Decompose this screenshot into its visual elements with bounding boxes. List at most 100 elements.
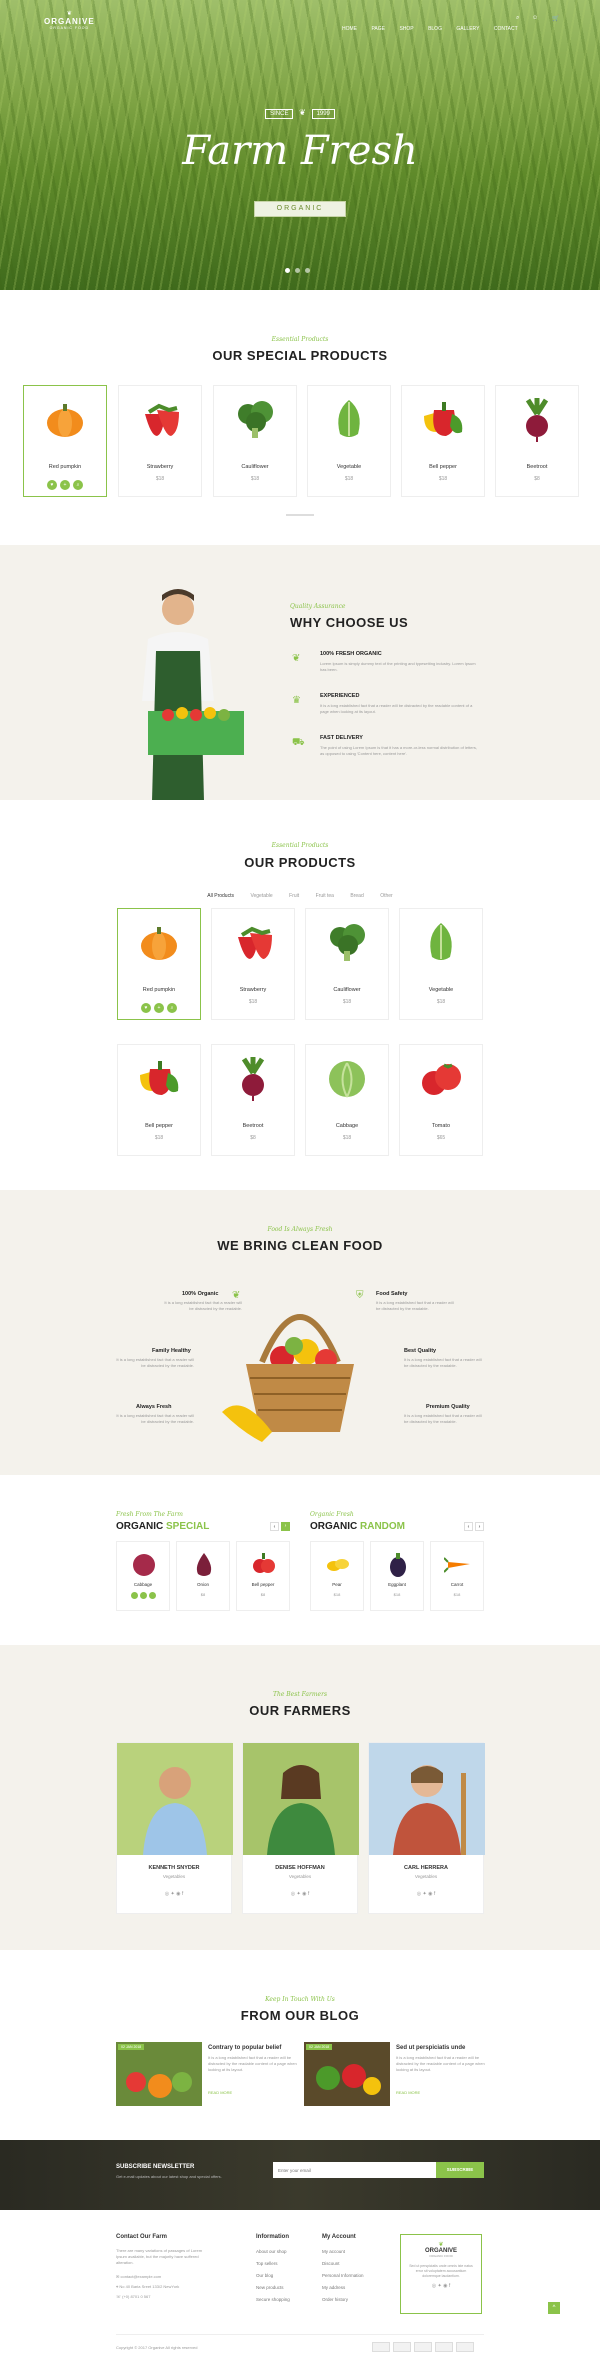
tab-fruit[interactable]: Fruit [289, 893, 299, 899]
social-icons[interactable]: ◎ ✦ ◉ f [401, 2283, 481, 2289]
product-card[interactable]: Bell pepper $8 [236, 1541, 290, 1611]
product-card[interactable]: Cabbage [116, 1541, 170, 1611]
pumpkin-icon [141, 927, 177, 960]
product-price: $18 [438, 476, 448, 482]
footer-email[interactable]: ✉ contact@example.com [116, 2274, 161, 2280]
hero-dot[interactable] [305, 268, 310, 273]
blog-image[interactable] [304, 2042, 390, 2106]
product-card[interactable]: Tomato $65 [399, 1044, 483, 1156]
nav-page[interactable]: PAGE [371, 26, 385, 32]
footer-link[interactable]: Top sellers [256, 2258, 290, 2270]
add-to-cart-button[interactable] [140, 1592, 147, 1599]
footer-link[interactable]: Secure shopping [256, 2294, 290, 2306]
product-card[interactable]: Strawberry $18 [211, 908, 295, 1020]
product-card[interactable]: Red pumpkin ♥ + ⌕ [117, 908, 201, 1020]
product-card[interactable]: Cauliflower $18 [305, 908, 389, 1020]
footer-link[interactable]: Personal Information [322, 2270, 364, 2282]
quick-view-button[interactable] [149, 1592, 156, 1599]
subscribe-button[interactable]: SUBSCRIBE [436, 2162, 484, 2178]
section-title: OUR PRODUCTS [244, 855, 356, 870]
benefit-text: It is a long established fact that a rea… [116, 1413, 194, 1424]
footer-link[interactable]: Our blog [256, 2270, 290, 2282]
prev-arrow-icon[interactable]: ‹ [464, 1522, 473, 1531]
product-card[interactable]: Bell pepper $18 [117, 1044, 201, 1156]
product-card[interactable]: Beetroot $8 [495, 385, 579, 497]
basket-illustration [222, 1314, 354, 1442]
footer-phone[interactable]: ☏ (+0) 8701 0 567 [116, 2294, 150, 2300]
social-icons[interactable]: ◎ ✦ ◉ f [117, 1891, 231, 1897]
footer-link[interactable]: My address [322, 2282, 364, 2294]
back-to-top-button[interactable]: ^ [548, 2302, 560, 2314]
search-icon[interactable]: ⌕ [516, 15, 519, 22]
product-card[interactable]: Beetroot $8 [211, 1044, 295, 1156]
section-script: Organic Fresh [310, 1511, 354, 1518]
product-card[interactable]: Eggplant $18 [370, 1541, 424, 1611]
footer-link[interactable]: My account [322, 2246, 364, 2258]
section-title: FROM OUR BLOG [240, 2008, 360, 2023]
tab-bread[interactable]: Bread [350, 893, 363, 899]
farmer-card[interactable]: KENNETH SNYDER Vegetables ◎ ✦ ◉ f [116, 1742, 233, 1914]
feature-text: It is a long established fact that a rea… [320, 703, 473, 714]
add-to-cart-button[interactable]: + [154, 1003, 164, 1013]
footer-link[interactable]: Discount [322, 2258, 364, 2270]
brand-tagline: ORGANIC FOOD [49, 26, 90, 30]
lettuce-icon [430, 923, 452, 960]
product-name: Vegetable [428, 987, 454, 993]
quick-view-button[interactable]: ⌕ [167, 1003, 177, 1013]
product-card[interactable]: Bell pepper $18 [401, 385, 485, 497]
product-card[interactable]: Pear $18 [310, 1541, 364, 1611]
farmer-role: Vegetables [288, 1874, 312, 1879]
cauliflower-icon [238, 401, 273, 438]
read-more-link[interactable]: READ MORE [396, 2090, 420, 2095]
product-card[interactable]: Strawberry $18 [118, 385, 202, 497]
nav-shop[interactable]: SHOP [399, 26, 413, 32]
product-card[interactable]: Cabbage $18 [305, 1044, 389, 1156]
visa-icon [414, 2342, 432, 2352]
tab-vegetable[interactable]: Vegetable [250, 893, 272, 899]
footer-link[interactable]: New products [256, 2282, 290, 2294]
add-to-cart-button[interactable]: + [60, 480, 70, 490]
user-icon[interactable]: ☺ [532, 15, 538, 21]
product-card[interactable]: Vegetable $18 [307, 385, 391, 497]
footer-link[interactable]: About our shop [256, 2246, 290, 2258]
carousel-indicator[interactable] [286, 514, 314, 516]
farmer-illustration [142, 589, 244, 801]
tab-all-products[interactable]: All Products [207, 893, 234, 899]
nav-gallery[interactable]: GALLERY [456, 26, 479, 32]
hero-dots [285, 268, 310, 273]
hero-dot[interactable] [295, 268, 300, 273]
social-icons[interactable]: ◎ ✦ ◉ f [243, 1891, 357, 1897]
farmer-card[interactable]: DENISE HOFFMAN Vegetables ◎ ✦ ◉ f [242, 1742, 359, 1914]
prev-arrow-icon[interactable]: ‹ [270, 1522, 279, 1531]
product-card[interactable]: Carrot $18 [430, 1541, 484, 1611]
carrot-icon [444, 1557, 470, 1573]
quick-view-button[interactable]: ⌕ [73, 480, 83, 490]
social-icons[interactable]: ◎ ✦ ◉ f [369, 1891, 483, 1897]
wishlist-button[interactable]: ♥ [47, 480, 57, 490]
cauliflower-icon [330, 924, 365, 961]
blog-title[interactable]: Sed ut perspiciatis unde [396, 2045, 465, 2051]
wishlist-button[interactable]: ♥ [141, 1003, 151, 1013]
blog-image[interactable] [116, 2042, 202, 2106]
next-arrow-icon[interactable]: › [475, 1522, 484, 1531]
product-card[interactable]: Cauliflower $18 [213, 385, 297, 497]
read-more-link[interactable]: READ MORE [208, 2090, 232, 2095]
product-card[interactable]: Red pumpkin ♥ + ⌕ [23, 385, 107, 497]
brand-logo[interactable]: ❦ ORGANIVE ORGANIC FOOD [44, 10, 95, 30]
footer-link[interactable]: Order history [322, 2294, 364, 2306]
nav-home[interactable]: HOME [342, 26, 357, 32]
tab-fruit-tea[interactable]: Fruit tea [316, 893, 334, 899]
cart-icon[interactable]: 🛒 [552, 15, 559, 22]
product-card[interactable]: Onion $8 [176, 1541, 230, 1611]
product-card[interactable]: Vegetable $18 [399, 908, 483, 1020]
hero-dot[interactable] [285, 268, 290, 273]
wishlist-button[interactable] [131, 1592, 138, 1599]
nav-blog[interactable]: BLOG [428, 26, 442, 32]
email-field[interactable] [273, 2162, 436, 2178]
nav-contact[interactable]: CONTACT [494, 26, 518, 32]
tab-other[interactable]: Other [380, 893, 393, 899]
next-arrow-icon[interactable]: › [281, 1522, 290, 1531]
blog-title[interactable]: Contrary to popular belief [208, 2045, 281, 2051]
farmer-card[interactable]: CARL HERRERA Vegetables ◎ ✦ ◉ f [368, 1742, 485, 1914]
product-price: $18 [436, 999, 446, 1005]
